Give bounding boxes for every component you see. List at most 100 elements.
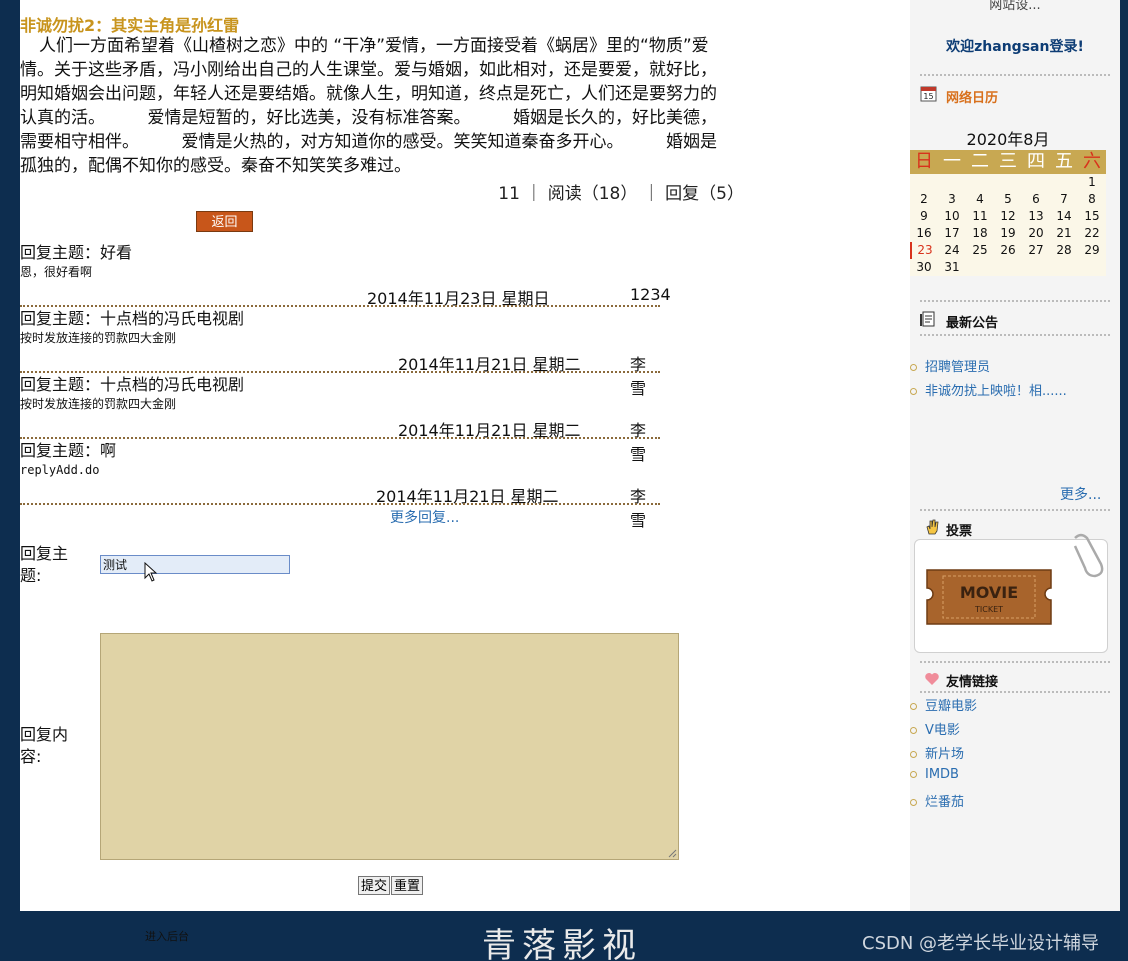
calendar-weekday: 三 (999, 151, 1017, 172)
calendar-weekday: 日 (915, 151, 933, 172)
calendar-day[interactable]: 21 (1050, 225, 1078, 242)
calendar-day[interactable]: 24 (938, 242, 966, 259)
article-body: 人们一方面希望着《山楂树之恋》中的 “干净”爱情，一方面接受着《蜗居》里的“物质… (20, 36, 717, 176)
main-content: 非诚勿扰2：其实主角是孙红雷 人们一方面希望着《山楂树之恋》中的 “干净”爱情，… (20, 0, 910, 911)
friend-link-item[interactable]: IMDB (910, 767, 959, 782)
calendar-day[interactable]: 12 (994, 208, 1022, 225)
divider (920, 300, 1110, 302)
reply-author: 1234 (630, 285, 671, 304)
notice-heading: 最新公告 (946, 316, 999, 331)
reply-item: 回复主题：十点档的冯氏电视剧 按时发放连接的罚款四大金刚 2014年11月21日… (20, 309, 660, 398)
calendar-heading: 网络日历 (946, 91, 999, 106)
resize-grip-icon[interactable] (667, 848, 677, 858)
calendar-day[interactable]: 28 (1050, 242, 1078, 259)
calendar-day[interactable]: 10 (938, 208, 966, 225)
calendar-day (994, 174, 1022, 191)
more-replies-link[interactable]: 更多回复... (390, 507, 459, 527)
calendar-day[interactable]: 4 (966, 191, 994, 208)
vote-heading: 投票 (946, 524, 973, 539)
notice-item[interactable]: 招聘管理员 (910, 356, 990, 375)
calendar-day (1050, 174, 1078, 191)
divider (920, 691, 1110, 693)
friend-link-item[interactable]: 豆瓣电影 (910, 695, 977, 714)
calendar-day[interactable]: 1 (1078, 174, 1106, 191)
calendar-day[interactable]: 14 (1050, 208, 1078, 225)
calendar-weekday: 四 (1027, 151, 1045, 172)
calendar-weekday: 一 (943, 151, 961, 172)
calendar-day[interactable]: 5 (994, 191, 1022, 208)
calendar-day[interactable]: 25 (966, 242, 994, 259)
calendar-day[interactable]: 9 (910, 208, 938, 225)
more-notices-link[interactable]: 更多... (1060, 484, 1101, 504)
calendar-day (938, 174, 966, 191)
calendar-day[interactable]: 2 (910, 191, 938, 208)
friend-link-item[interactable]: 烂番茄 (910, 791, 964, 810)
reply-content: 恩，很好看啊 (20, 265, 93, 279)
calendar-day[interactable]: 15 (1078, 208, 1106, 225)
content-label: 回复内容: (20, 725, 69, 766)
bullet-icon (910, 703, 917, 710)
divider (920, 509, 1110, 511)
calendar-week-row: 9 10 11 12 13 14 15 (910, 208, 1106, 225)
calendar-weekday-header: 日一二三四五六 (910, 150, 1106, 174)
calendar-day (910, 174, 938, 191)
paperclip-icon (1073, 533, 1104, 578)
calendar-day[interactable]: 22 (1078, 225, 1106, 242)
calendar-week-row: 1 (910, 174, 1106, 191)
friend-link-item[interactable]: 新片场 (910, 743, 964, 762)
reply-divider (20, 371, 660, 373)
calendar-day[interactable]: 6 (1022, 191, 1050, 208)
calendar-day[interactable]: 7 (1050, 191, 1078, 208)
reply-content: replyAdd.do (20, 463, 100, 477)
calendar-day[interactable]: 3 (938, 191, 966, 208)
movie-ticket-image[interactable]: MOVIE TICKET (919, 558, 1059, 636)
calendar-day[interactable]: 16 (910, 225, 938, 242)
back-button[interactable]: 返回 (196, 211, 253, 232)
calendar-day[interactable]: 20 (1022, 225, 1050, 242)
calendar-title: 2020年8月 (966, 130, 1050, 149)
bullet-icon (910, 771, 917, 778)
vote-box: MOVIE TICKET (914, 533, 1108, 653)
hand-icon (926, 519, 939, 535)
calendar-day[interactable]: 13 (1022, 208, 1050, 225)
calendar-day[interactable]: 29 (1078, 242, 1106, 259)
reply-divider (20, 437, 660, 439)
friend-link-item[interactable]: V电影 (910, 719, 960, 738)
calendar-day[interactable]: 11 (966, 208, 994, 225)
article-title: 非诚勿扰2：其实主角是孙红雷 (20, 16, 240, 35)
calendar-day (966, 174, 994, 191)
calendar-week-row: 2345678 (910, 191, 1106, 208)
calendar-day[interactable]: 23 (910, 242, 938, 259)
reply-item: 回复主题：十点档的冯氏电视剧 按时发放连接的罚款四大金刚 2014年11月21日… (20, 375, 660, 464)
calendar-day (1022, 259, 1050, 276)
calendar-day[interactable]: 27 (1022, 242, 1050, 259)
divider (920, 334, 1110, 336)
calendar-day[interactable]: 30 (910, 259, 938, 276)
reset-button[interactable]: 重置 (391, 876, 424, 895)
admin-link[interactable]: 进入后台 (145, 928, 189, 944)
calendar-weekday: 六 (1083, 151, 1101, 172)
subject-input[interactable] (100, 555, 290, 574)
content-textarea[interactable] (100, 633, 679, 860)
calendar-day[interactable]: 8 (1078, 191, 1106, 208)
notice-board-icon (920, 311, 935, 327)
heart-icon (925, 673, 939, 685)
calendar-day (1022, 174, 1050, 191)
sidebar-top-text: 网站设... (989, 0, 1041, 13)
calendar-weekday: 二 (971, 151, 989, 172)
links-heading: 友情链接 (946, 675, 999, 690)
calendar-day (1050, 259, 1078, 276)
reply-divider (20, 503, 660, 505)
divider (920, 661, 1110, 663)
calendar-day[interactable]: 18 (966, 225, 994, 242)
page-frame: 非诚勿扰2：其实主角是孙红雷 人们一方面希望着《山楂树之恋》中的 “干净”爱情，… (20, 0, 1120, 911)
calendar-day[interactable]: 26 (994, 242, 1022, 259)
calendar-weekday: 五 (1055, 151, 1073, 172)
welcome-text: 欢迎zhangsan登录! (946, 39, 1084, 55)
calendar-day[interactable]: 31 (938, 259, 966, 276)
calendar-day[interactable]: 17 (938, 225, 966, 242)
submit-button[interactable]: 提交 (358, 876, 391, 895)
calendar-day (1078, 259, 1106, 276)
notice-item[interactable]: 非诚勿扰上映啦！相...... (910, 380, 1067, 399)
calendar-day[interactable]: 19 (994, 225, 1022, 242)
